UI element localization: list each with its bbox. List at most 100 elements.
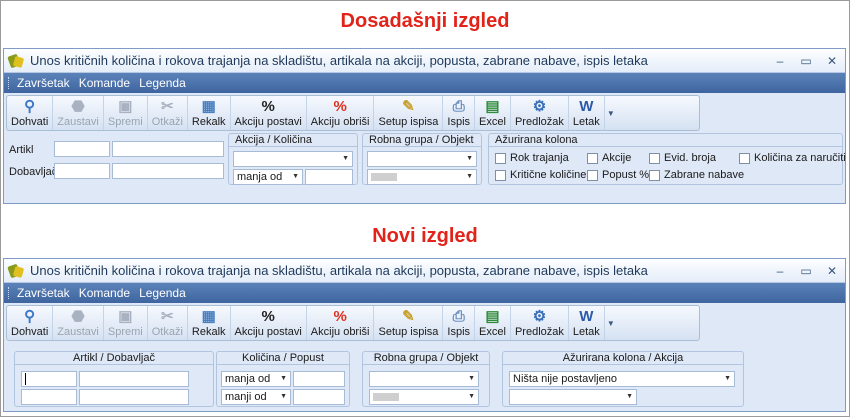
robna-grupa-dropdown[interactable]: ▼: [369, 371, 479, 387]
toolbar-button-label: Akciju obriši: [310, 326, 370, 338]
toolbar-button-akciju-obriši[interactable]: % Akciju obriši: [307, 96, 375, 130]
chk-popust[interactable]: Popust %: [587, 169, 649, 181]
toolbar-button-dohvati[interactable]: ⚲ Dohvati: [7, 306, 54, 340]
menu-zavrsetak[interactable]: Završetak: [17, 76, 70, 90]
app-icon: [8, 263, 24, 279]
azurirana-kolona-dropdown[interactable]: Ništa nije postavljeno ▼: [509, 371, 735, 387]
toolbar-button-label: Predložak: [514, 326, 564, 338]
toolbar: ⚲ Dohvati ⬣ Zaustavi ▣ Spremi ✂ Otkaži ▦ Rekalk% A…: [6, 95, 700, 131]
kolicina-input[interactable]: [293, 371, 345, 387]
artikl-code-input[interactable]: [54, 141, 110, 157]
robna-grupa-title: Robna grupa / Objekt: [363, 351, 489, 365]
popust-input[interactable]: [293, 389, 345, 405]
objekt-dropdown[interactable]: ▼: [369, 389, 479, 405]
chevron-down-icon: ▼: [342, 155, 349, 162]
artikl-name-input[interactable]: [112, 141, 224, 157]
printer-icon: ⎙: [452, 307, 465, 325]
cancel-icon: ✂: [161, 98, 174, 115]
template-gear-icon: ⚙: [532, 308, 547, 325]
toolbar-button-setup-ispisa[interactable]: ✎ Setup ispisa: [374, 96, 444, 130]
checkbox-icon: [495, 169, 506, 181]
popust-operator-dropdown[interactable]: manji od ▼: [221, 389, 291, 405]
menu-komande[interactable]: Komande: [79, 286, 130, 300]
toolbar-button-ispis[interactable]: ⎙ Ispis: [443, 306, 476, 340]
toolbar-button-otkaži[interactable]: ✂ Otkaži: [148, 306, 188, 340]
toolbar-button-letak[interactable]: W Letak: [569, 96, 605, 130]
dobavljac-code-input[interactable]: [54, 163, 110, 179]
robna-grupa-group: Robna grupa / Objekt ▼ ▼: [362, 351, 490, 407]
akcija-operator-dropdown[interactable]: manja od ▼: [233, 169, 303, 185]
toolbar-button-zaustavi[interactable]: ⬣ Zaustavi: [53, 96, 104, 130]
dobavljac-code-input[interactable]: [21, 389, 77, 405]
toolbar-button-rekalk[interactable]: ▦ Rekalk: [188, 306, 231, 340]
old-layout-heading: Dosadašnji izgled: [340, 10, 510, 32]
chk-akcije[interactable]: Akcije: [587, 152, 631, 164]
toolbar-button-label: Dohvati: [11, 326, 49, 338]
robna-grupa-title: Robna grupa / Objekt: [363, 133, 481, 147]
checkbox-icon: [587, 152, 598, 164]
akcija-dropdown[interactable]: ▼: [233, 151, 353, 167]
artikl-name-input[interactable]: [79, 371, 189, 387]
toolbar-overflow-chevron-icon[interactable]: ▼: [605, 96, 617, 130]
menu-legenda[interactable]: Legenda: [139, 76, 186, 90]
kolicina-popust-title: Količina / Popust: [217, 351, 349, 365]
chk-kolicina-za-naruciti[interactable]: Količina za naručiti: [739, 152, 846, 164]
toolbar-button-predložak[interactable]: ⚙ Predložak: [511, 96, 569, 130]
toolbar-button-letak[interactable]: W Letak: [569, 306, 605, 340]
artikl-code-input[interactable]: [21, 371, 77, 387]
toolbar-overflow-chevron-icon[interactable]: ▼: [605, 306, 617, 340]
search-icon: ⚲: [24, 308, 36, 325]
toolbar-button-dohvati[interactable]: ⚲ Dohvati: [7, 96, 54, 130]
kolicina-input[interactable]: [305, 169, 353, 185]
kolicina-operator-dropdown[interactable]: manja od ▼: [221, 371, 291, 387]
minimize-button[interactable]: –: [767, 264, 793, 278]
toolbar-button-spremi[interactable]: ▣ Spremi: [104, 96, 148, 130]
toolbar-button-spremi[interactable]: ▣ Spremi: [104, 306, 148, 340]
toolbar-button-akciju-obriši[interactable]: % Akciju obriši: [307, 306, 375, 340]
chk-kriticne-kolicine[interactable]: Kritične količine: [495, 169, 586, 181]
close-button[interactable]: ✕: [819, 264, 845, 278]
toolbar-button-label: Akciju postavi: [234, 326, 302, 338]
menu-legenda[interactable]: Legenda: [139, 286, 186, 300]
akcija-dropdown[interactable]: ▼: [509, 389, 637, 405]
excel-icon: ▤: [485, 98, 500, 115]
objekt-dropdown[interactable]: ▼: [367, 169, 477, 185]
calculator-icon: ▦: [201, 308, 216, 325]
stop-icon: ⬣: [71, 98, 85, 115]
menu-komande[interactable]: Komande: [79, 76, 130, 90]
chevron-down-icon: ▼: [626, 393, 633, 400]
chk-zabrane-nabave[interactable]: Zabrane nabave: [649, 169, 744, 181]
old-layout-window: Unos kritičnih količina i rokova trajanj…: [3, 48, 846, 204]
toolbar-button-excel[interactable]: ▤ Excel: [475, 96, 511, 130]
robna-grupa-dropdown[interactable]: ▼: [367, 151, 477, 167]
chk-evid-broja[interactable]: Evid. broja: [649, 152, 716, 164]
percent-red-icon: %: [333, 97, 347, 115]
robna-grupa-group: Robna grupa / Objekt ▼ ▼: [362, 133, 482, 185]
toolbar-button-rekalk[interactable]: ▦ Rekalk: [188, 96, 231, 130]
maximize-button[interactable]: ▭: [793, 264, 819, 278]
toolbar-button-predložak[interactable]: ⚙ Predložak: [511, 306, 569, 340]
checkbox-icon: [649, 169, 660, 181]
toolbar-button-otkaži[interactable]: ✂ Otkaži: [148, 96, 188, 130]
window-title: Unos kritičnih količina i rokova trajanj…: [30, 53, 648, 68]
maximize-button[interactable]: ▭: [793, 54, 819, 68]
minimize-button[interactable]: –: [767, 54, 793, 68]
menu-zavrsetak[interactable]: Završetak: [17, 286, 70, 300]
toolbar-button-ispis[interactable]: ⎙ Ispis: [443, 96, 476, 130]
toolbar-button-akciju-postavi[interactable]: % Akciju postavi: [231, 96, 307, 130]
word-icon: W: [579, 97, 594, 115]
toolbar-button-akciju-postavi[interactable]: % Akciju postavi: [231, 306, 307, 340]
toolbar-button-excel[interactable]: ▤ Excel: [475, 306, 511, 340]
dobavljac-name-input[interactable]: [79, 389, 189, 405]
toolbar-button-label: Setup ispisa: [378, 326, 439, 338]
close-button[interactable]: ✕: [819, 54, 845, 68]
toolbar-button-zaustavi[interactable]: ⬣ Zaustavi: [53, 306, 104, 340]
text-caret: [25, 373, 26, 385]
toolbar-button-label: Rekalk: [191, 326, 226, 338]
chk-rok-trajanja[interactable]: Rok trajanja: [495, 152, 569, 164]
checkbox-icon: [739, 152, 750, 164]
stop-icon: ⬣: [71, 308, 85, 325]
toolbar-button-setup-ispisa[interactable]: ✎ Setup ispisa: [374, 306, 444, 340]
dobavljac-label: Dobavljač: [9, 166, 58, 178]
dobavljac-name-input[interactable]: [112, 163, 224, 179]
